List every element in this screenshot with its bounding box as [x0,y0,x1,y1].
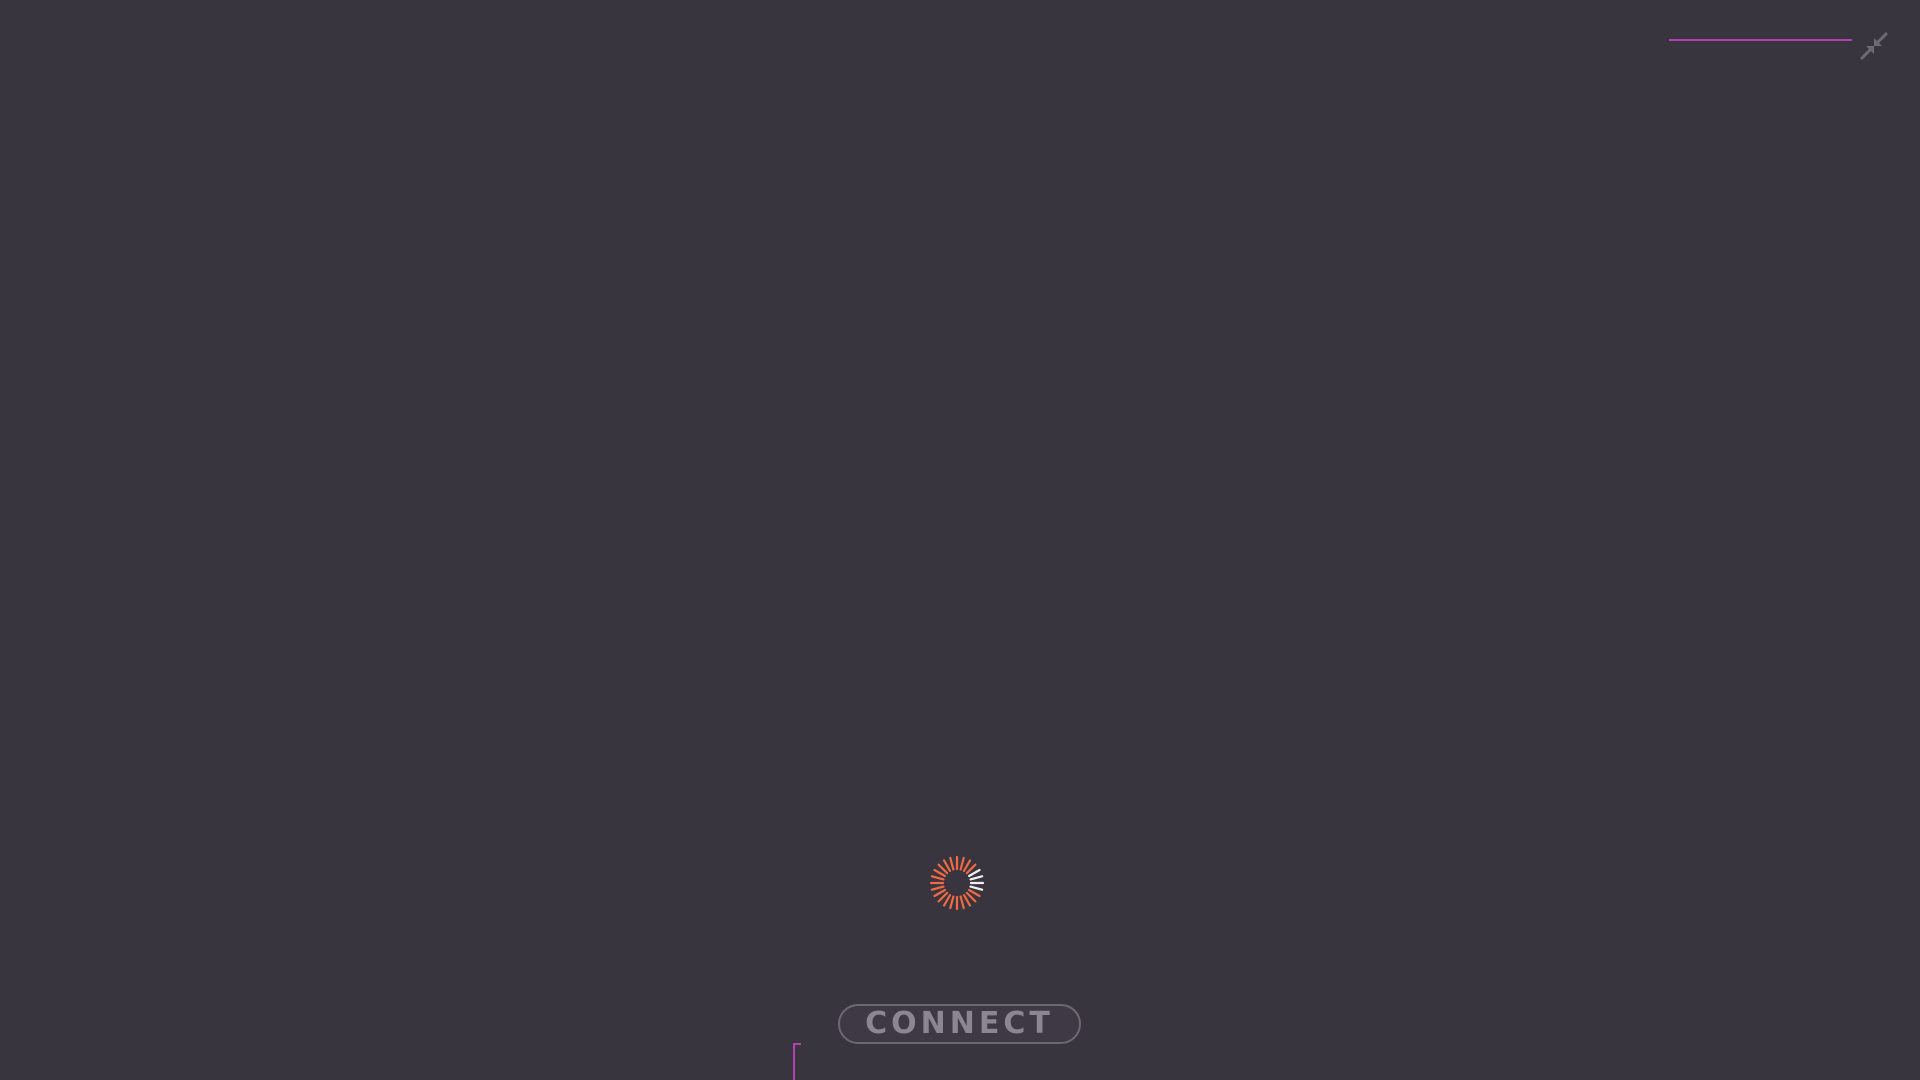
collapse-arrows-icon [1858,30,1890,62]
connect-button-label: CONNECT [865,1006,1054,1041]
bottom-accent-bracket [793,1043,801,1080]
loading-spinner-icon [929,855,985,911]
top-accent-line [1669,39,1852,41]
connect-button[interactable]: CONNECT [838,1004,1081,1044]
collapse-button[interactable] [1856,28,1892,64]
connect-screen: CONNECT [0,0,1920,1080]
